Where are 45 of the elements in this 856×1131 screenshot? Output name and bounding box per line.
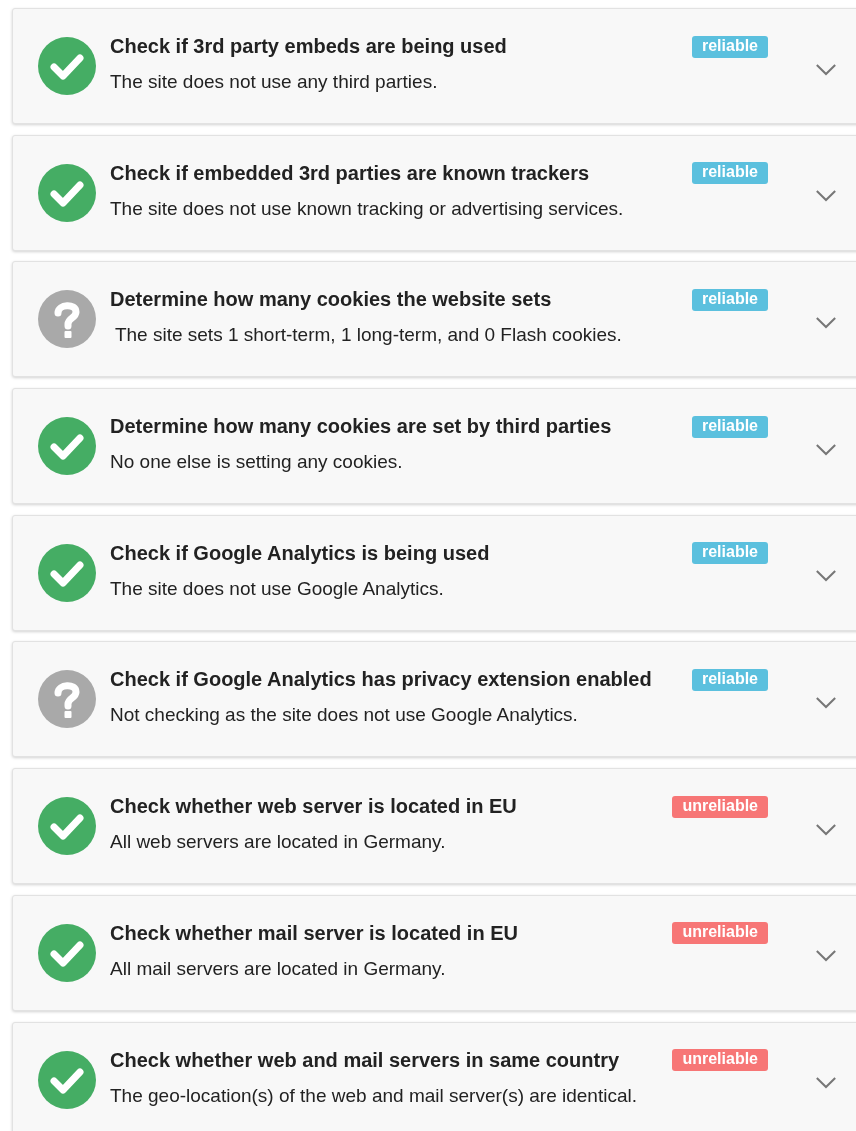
check-title: Check whether web server is located in EU <box>110 795 517 819</box>
check-title: Check whether web and mail servers in same country <box>110 1048 620 1072</box>
check-description: All mail servers are located in Germany. <box>110 957 447 980</box>
check-description: The site does not use Google Analytics. <box>110 577 445 600</box>
check-description: The geo-location(s) of the web and mail server(s) are identical. <box>110 1084 638 1107</box>
check-card[interactable]: Determine how many cookies the website sets reliable The site sets 1 short-term, 1 long-term, and 0 Flash cookies. <box>12 261 856 378</box>
reliability-badge: reliable <box>691 668 768 691</box>
chevron-down-icon[interactable] <box>815 949 837 963</box>
check-title: Determine how many cookies are set by third parties <box>110 415 612 439</box>
check-card[interactable]: Check whether mail server is located in EU unreliable All mail servers are located in Germany. <box>12 894 856 1011</box>
check-title: Determine how many cookies the website sets <box>110 288 552 312</box>
check-card[interactable]: Check if embedded 3rd parties are known trackers reliable The site does not use known tracking or advertising services. <box>12 134 856 251</box>
check-title: Check if Google Analytics is being used <box>110 541 490 565</box>
chevron-down-icon[interactable] <box>815 1076 837 1089</box>
check-description: The site sets 1 short-term, 1 long-term, and 0 Flash cookies. <box>113 324 623 347</box>
check-card[interactable]: Check if 3rd party embeds are being used reliable The site does not use any third parties. <box>12 8 856 124</box>
chevron-down-icon[interactable] <box>815 62 837 76</box>
check-card[interactable]: Determine how many cookies are set by third parties reliable No one else is setting any cookies. <box>12 388 856 505</box>
chevron-down-icon[interactable] <box>815 569 837 583</box>
check-description: The site does not use any third parties. <box>110 71 439 93</box>
reliability-badge: unreliable <box>672 795 768 818</box>
chevron-down-icon[interactable] <box>815 189 837 203</box>
check-card[interactable]: Check whether web and mail servers in same country unreliable The geo-location(s) of the web and mail server(s) are identical. <box>12 1021 856 1131</box>
chevron-down-icon[interactable] <box>815 822 837 836</box>
check-title: Check if 3rd party embeds are being used <box>110 35 507 58</box>
chevron-down-icon[interactable] <box>815 315 837 329</box>
check-card[interactable]: Check whether web server is located in EU unreliable All web servers are located in Germany. <box>12 768 856 885</box>
reliability-badge: unreliable <box>672 1049 768 1071</box>
chevron-down-icon[interactable] <box>815 442 837 456</box>
chevron-down-icon[interactable] <box>815 695 837 709</box>
check-title: Check whether mail server is located in EU <box>110 921 518 945</box>
reliability-badge: reliable <box>691 162 768 185</box>
check-description: The site does not use known tracking or advertising services. <box>110 197 625 220</box>
reliability-badge: unreliable <box>672 922 768 945</box>
reliability-badge: reliable <box>691 288 768 311</box>
check-card[interactable]: Check if Google Analytics is being used reliable The site does not use Google Analytics. <box>12 514 856 631</box>
check-title: Check if embedded 3rd parties are known trackers <box>110 161 590 185</box>
check-description: All web servers are located in Germany. <box>110 831 447 854</box>
reliability-badge: reliable <box>691 542 768 565</box>
reliability-badge: reliable <box>691 415 768 438</box>
reliability-badge: reliable <box>691 35 768 58</box>
check-title: Check if Google Analytics has privacy extension enabled <box>110 668 652 692</box>
check-description: Not checking as the site does not use Google Analytics. <box>110 704 579 727</box>
check-card[interactable]: Check if Google Analytics has privacy extension enabled reliable Not checking as the site does not use Google Analytics. <box>12 641 856 758</box>
check-description: No one else is setting any cookies. <box>110 451 404 474</box>
